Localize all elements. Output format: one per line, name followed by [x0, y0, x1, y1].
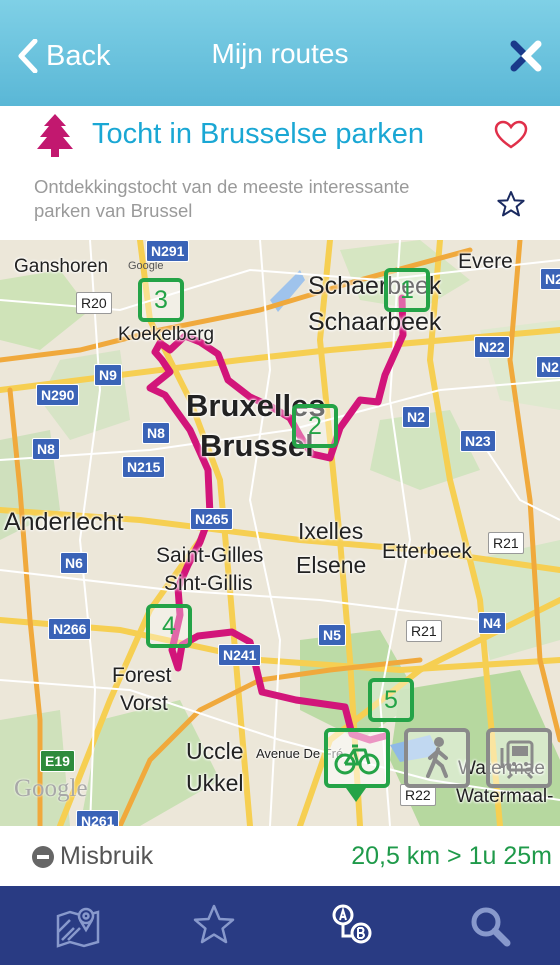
road-shield: N8: [32, 438, 60, 460]
label-sint-gillis: Sint-Gillis: [164, 572, 253, 595]
label-anderlecht: Anderlecht: [4, 508, 124, 536]
google-logo: Google: [14, 775, 88, 802]
label-forest: Forest: [112, 664, 172, 687]
label-uccle: Uccle: [186, 738, 244, 764]
bicycle-icon: [334, 744, 380, 775]
route-marker-3[interactable]: 3: [138, 278, 184, 322]
label-watermaal: Watermaal-: [456, 786, 554, 807]
label-ixelles: Ixelles: [298, 518, 364, 544]
road-shield: N4: [478, 612, 506, 634]
road-shield: N23: [460, 430, 496, 452]
road-shield: N291: [146, 240, 190, 262]
road-shield: N8: [142, 422, 170, 444]
road-shield: R21: [406, 620, 442, 642]
tree-icon: [37, 114, 73, 157]
route-marker-4[interactable]: 4: [146, 604, 192, 648]
route-ab-icon: [332, 904, 372, 944]
road-shield: R20: [76, 292, 112, 314]
label-elsene: Elsene: [296, 552, 367, 578]
star-icon[interactable]: [496, 190, 526, 218]
train-icon: [500, 740, 534, 780]
route-title: Tocht in Brusselse parken: [92, 118, 425, 150]
road-shield: R21: [488, 532, 524, 554]
route-marker-1[interactable]: 1: [384, 268, 430, 312]
marker-pointer-icon: [346, 788, 366, 802]
road-shield: N5: [318, 624, 346, 646]
road-shield: N266: [48, 618, 92, 640]
road-shield: N9: [94, 364, 122, 386]
transit-marker[interactable]: [486, 728, 552, 788]
walking-person-icon: [426, 737, 448, 778]
label-evere: Evere: [458, 250, 513, 273]
search-icon: [471, 907, 511, 947]
road-shield: N2: [540, 268, 560, 290]
tab-favorites[interactable]: [190, 902, 238, 950]
label-saint-gilles: Saint-Gilles: [156, 544, 264, 567]
map-icon: [56, 907, 100, 948]
heart-icon[interactable]: [494, 120, 528, 150]
minus-circle-icon: [32, 845, 54, 868]
road-shield: N261: [76, 810, 120, 826]
label-schaarbeek: Schaarbeek: [308, 308, 442, 336]
label-etterbeek: Etterbeek: [382, 540, 472, 563]
label-vorst: Vorst: [120, 692, 168, 715]
bicycle-marker[interactable]: [324, 728, 390, 788]
report-abuse-label: Misbruik: [60, 842, 154, 870]
road-shield: N215: [122, 456, 166, 478]
tab-map[interactable]: [54, 902, 102, 950]
road-shield: N290: [36, 384, 80, 406]
route-marker-2[interactable]: 2: [292, 404, 338, 448]
page-title: Mijn routes: [211, 38, 349, 69]
road-shield: N2: [536, 356, 560, 378]
route-description: Ontdekkingstocht van de meeste interessa…: [34, 176, 410, 221]
label-koekelberg: Koekelberg: [118, 324, 215, 345]
road-shield: N22: [474, 336, 510, 358]
road-shield: N241: [218, 644, 262, 666]
label-ganshoren: Ganshoren: [14, 256, 109, 277]
tab-route-planner[interactable]: [328, 902, 376, 950]
road-shield: N2: [402, 406, 430, 428]
tab-search[interactable]: [466, 902, 514, 950]
report-abuse-button[interactable]: Misbruik: [32, 842, 153, 871]
star-icon: [193, 904, 235, 944]
route-marker-5[interactable]: 5: [368, 678, 414, 722]
route-map[interactable]: Ganshoren Evere Schaerbeek Schaarbeek Ko…: [0, 240, 560, 826]
route-distance-time: 20,5 km > 1u 25m: [351, 842, 552, 870]
road-shield: E19: [40, 750, 75, 772]
road-shield: N6: [60, 552, 88, 574]
walking-marker[interactable]: [404, 728, 470, 788]
label-ukkel: Ukkel: [186, 770, 244, 796]
road-shield: N265: [190, 508, 234, 530]
close-icon[interactable]: [510, 40, 542, 72]
